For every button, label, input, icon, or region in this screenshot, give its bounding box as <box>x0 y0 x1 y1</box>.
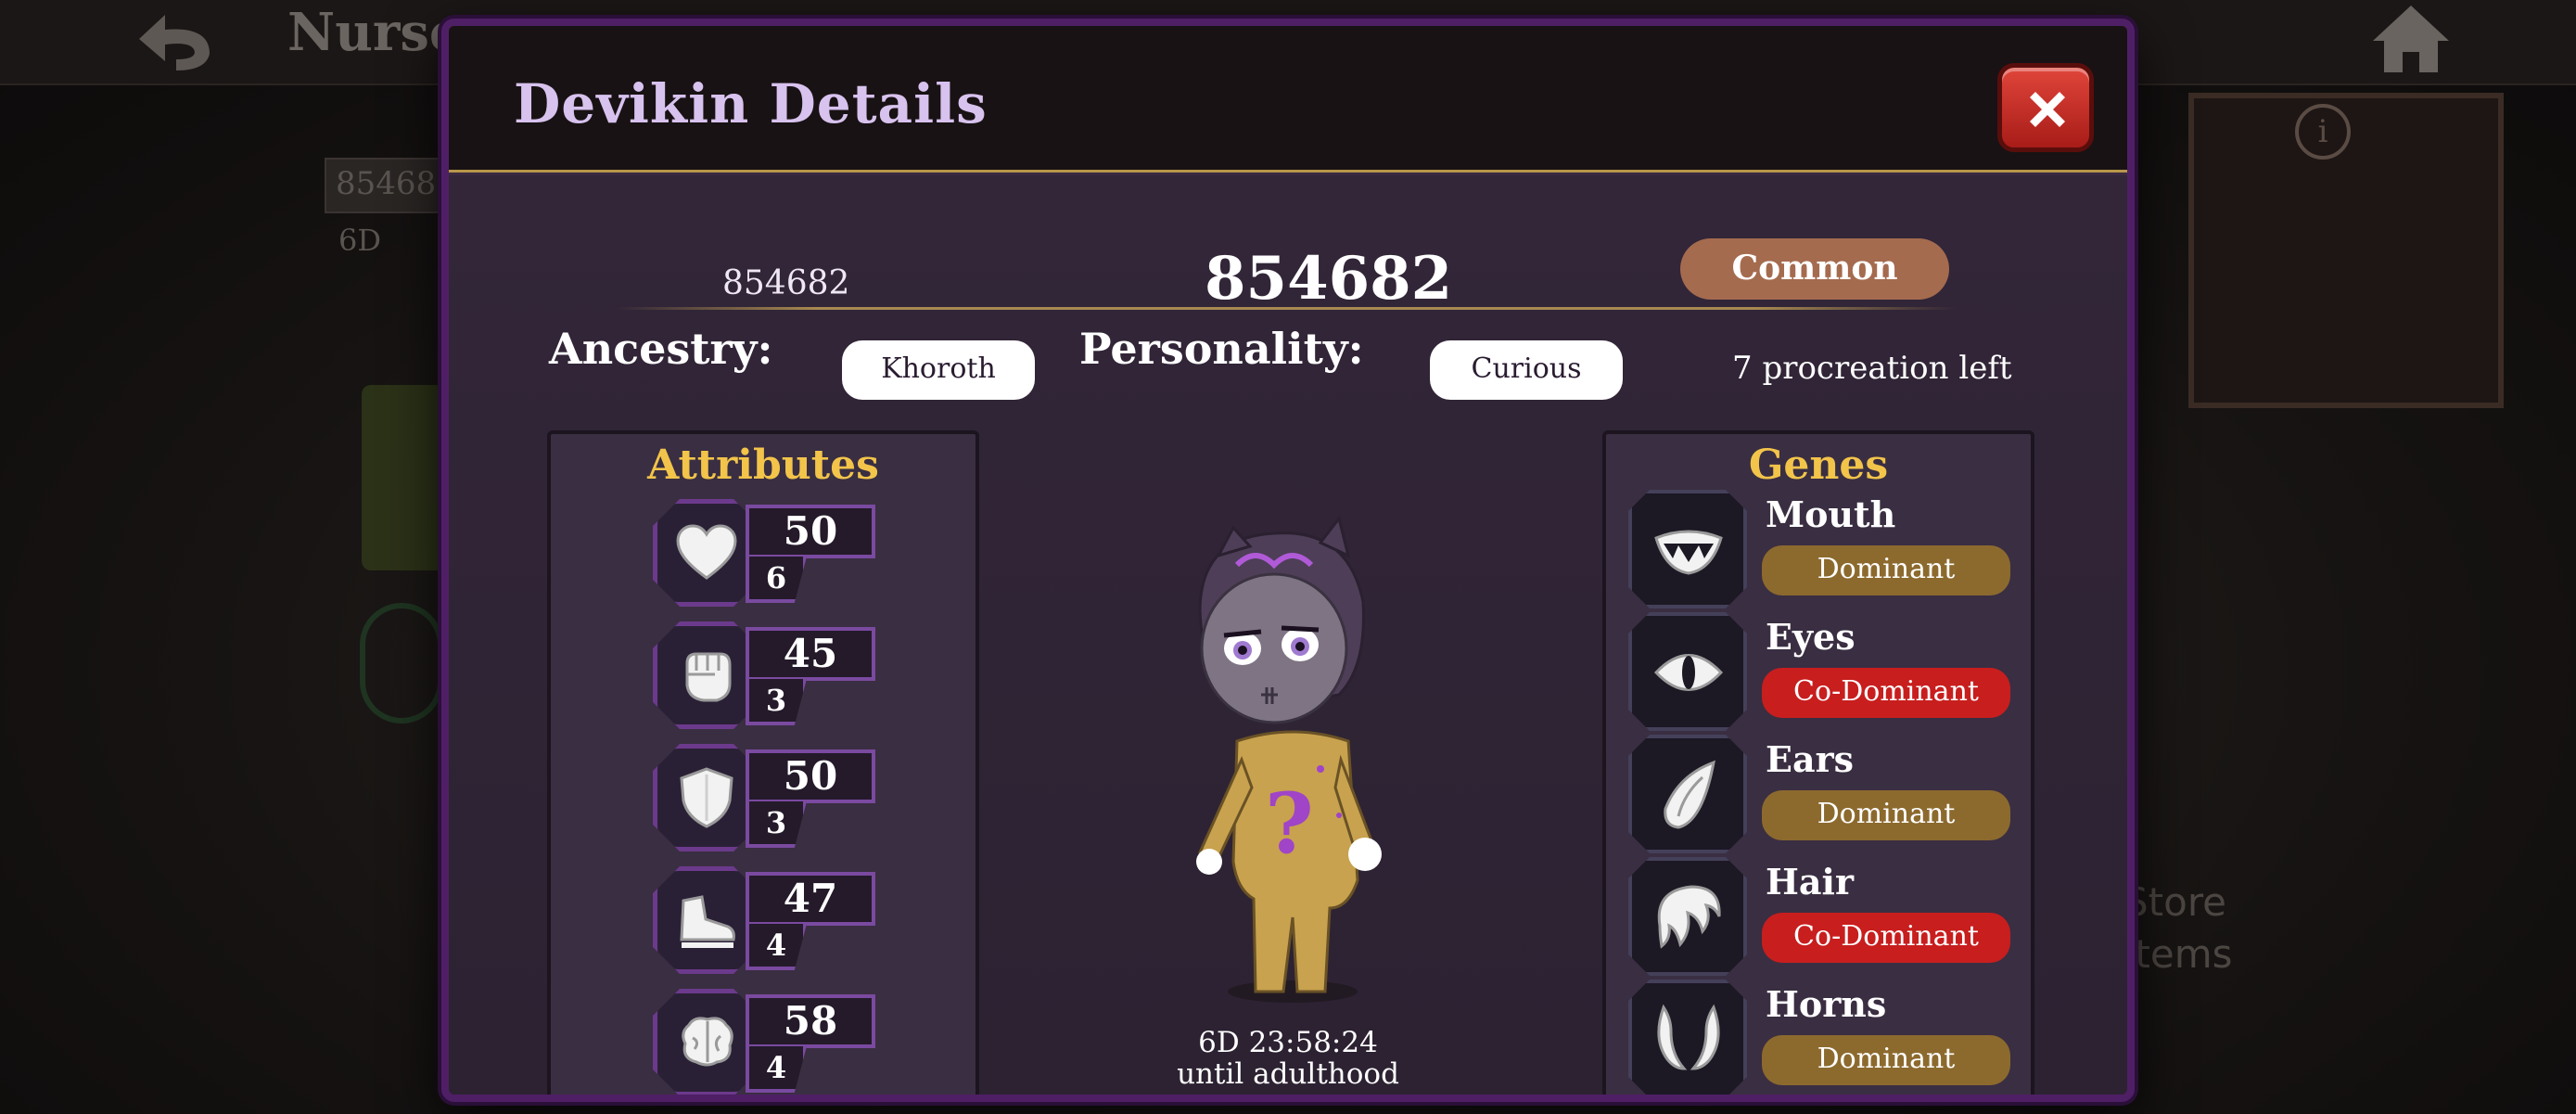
rarity-badge: Common <box>1680 238 1949 300</box>
modal-header: Devikin Details <box>449 26 2127 173</box>
info-icon: i <box>2295 104 2351 160</box>
fist-icon <box>653 621 760 729</box>
attributes-title: Attributes <box>647 442 879 489</box>
attribute-modifier: 3 <box>746 679 807 725</box>
ancestry-value: Khoroth <box>842 340 1035 400</box>
procreation-count: 7 procreation left <box>1732 350 2012 387</box>
close-button[interactable] <box>1997 63 2094 152</box>
adulthood-timer: 6D 23:58:24 until adulthood <box>1135 1027 1441 1090</box>
attribute-modifier: 4 <box>746 1046 807 1093</box>
attribute-value: 58 <box>746 994 875 1048</box>
devikin-character: ? <box>1196 515 1382 1003</box>
ear-icon <box>1628 735 1747 853</box>
horns-icon <box>1628 980 1747 1095</box>
timer-value: 6D 23:58:24 <box>1198 1026 1378 1059</box>
gene-name: Eyes <box>1766 616 1855 658</box>
gene-ears: Ears Dominant <box>1628 735 2018 853</box>
attribute-value: 45 <box>746 627 875 681</box>
brain-icon <box>653 989 760 1095</box>
attribute-value: 50 <box>746 749 875 803</box>
attribute-defense: 50 3 <box>653 744 875 855</box>
attribute-strength: 45 3 <box>653 621 875 733</box>
devikin-id-small: 854682 <box>722 264 850 302</box>
genes-title: Genes <box>1748 442 1889 489</box>
attributes-panel: Attributes 50 6 45 3 50 3 47 4 58 4 <box>547 430 979 1095</box>
gene-dominance-badge: Co-Dominant <box>1762 913 2010 963</box>
gene-dominance-badge: Dominant <box>1762 1035 2010 1085</box>
gene-name: Horns <box>1766 983 1887 1025</box>
gene-name: Ears <box>1766 738 1854 780</box>
gene-name: Hair <box>1766 861 1854 903</box>
shield-icon <box>653 744 760 852</box>
home-icon <box>2373 6 2449 72</box>
store-line-1: Store <box>2123 879 2227 925</box>
devikin-id-large: 854682 <box>1205 244 1453 314</box>
background-screen-title: Nurse <box>287 2 463 63</box>
ancestry-label: Ancestry: <box>549 324 773 374</box>
attribute-value: 47 <box>746 872 875 926</box>
background-store-text: Store Items <box>2123 877 2233 980</box>
modal-body: 854682 854682 Common Ancestry: Khoroth P… <box>449 175 2127 1095</box>
attribute-modifier: 6 <box>746 557 807 603</box>
gene-dominance-badge: Dominant <box>1762 545 2010 595</box>
attribute-value: 50 <box>746 505 875 558</box>
attribute-modifier: 4 <box>746 924 807 970</box>
background-card-timer: 6D <box>338 223 382 258</box>
personality-value: Curious <box>1430 340 1623 400</box>
gene-dominance-badge: Co-Dominant <box>1762 668 2010 718</box>
timer-suffix: until adulthood <box>1177 1057 1399 1091</box>
mouth-icon <box>1628 490 1747 608</box>
personality-label: Personality: <box>1079 324 1364 374</box>
genes-panel: Genes Mouth Dominant Eyes Co-Dominant Ea… <box>1602 430 2034 1095</box>
header-divider <box>616 307 1957 310</box>
devikin-details-modal: Devikin Details 854682 854682 Common Anc… <box>441 19 2135 1102</box>
gene-eyes: Eyes Co-Dominant <box>1628 612 2018 731</box>
heart-icon <box>653 499 760 607</box>
gene-horns: Horns Dominant <box>1628 980 2018 1095</box>
gene-mouth: Mouth Dominant <box>1628 490 2018 608</box>
gene-dominance-badge: Dominant <box>1762 790 2010 840</box>
attribute-modifier: 3 <box>746 801 807 848</box>
store-line-2: Items <box>2123 931 2233 977</box>
attribute-health: 50 6 <box>653 499 875 610</box>
background-plate <box>362 385 445 570</box>
background-ring <box>360 603 443 723</box>
gene-hair: Hair Co-Dominant <box>1628 857 2018 976</box>
attribute-intellect: 58 4 <box>653 989 875 1095</box>
back-arrow-icon <box>139 15 210 70</box>
close-x-icon <box>2030 92 2065 127</box>
gene-name: Mouth <box>1766 493 1896 535</box>
boot-icon <box>653 866 760 974</box>
eye-icon <box>1628 612 1747 731</box>
svg-text:?: ? <box>1265 775 1314 873</box>
background-devikin-card: 85468 <box>325 158 445 213</box>
hair-icon <box>1628 857 1747 976</box>
modal-title: Devikin Details <box>514 72 988 135</box>
attribute-speed: 47 4 <box>653 866 875 978</box>
